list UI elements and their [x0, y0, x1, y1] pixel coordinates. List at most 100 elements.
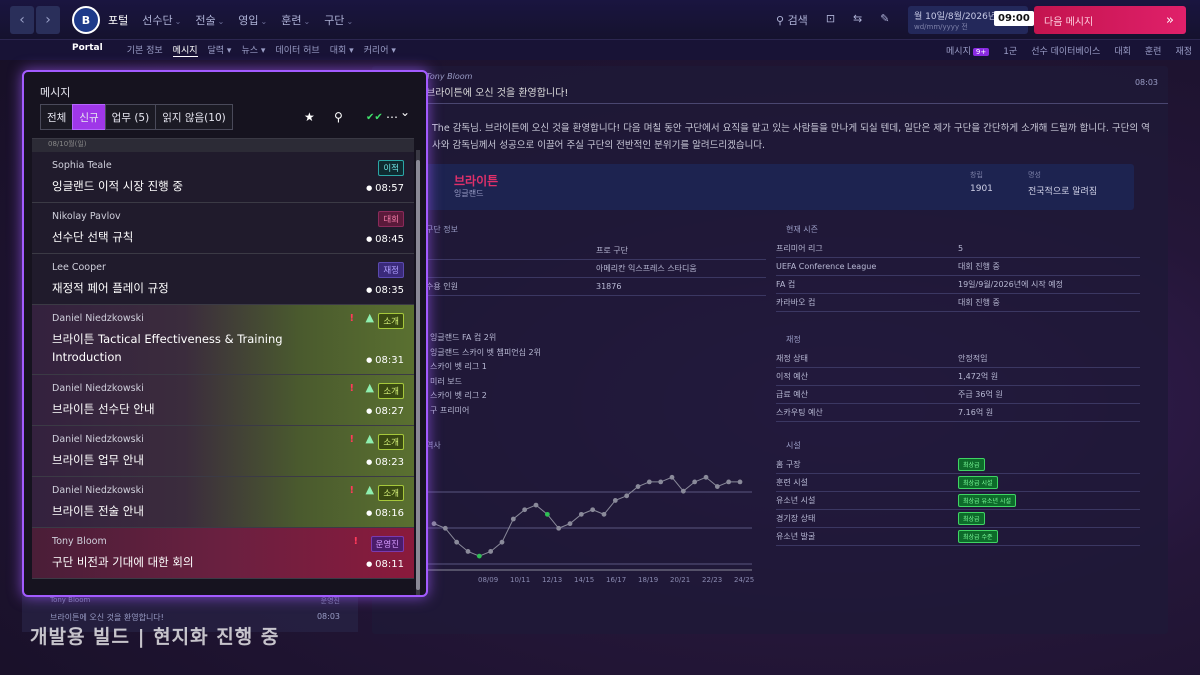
priority-icon: !: [353, 536, 358, 547]
detail-sender: Tony Bloom: [426, 72, 473, 81]
scrollbar-thumb[interactable]: [416, 160, 420, 590]
filter-tab[interactable]: 신규: [72, 104, 106, 130]
x-tick-label: 22/23: [702, 576, 722, 584]
sub-nav-tab[interactable]: 달력 ▾: [208, 43, 232, 57]
chevron-down-icon: ⌄: [217, 17, 225, 26]
main-nav: 포털 선수단 ⌄ 전술 ⌄ 영입 ⌄ 훈련 ⌄ 구단 ⌄: [108, 12, 353, 28]
mortarboard-icon: ▲: [365, 432, 374, 445]
history-point: [601, 511, 607, 517]
main-nav-item[interactable]: 영입 ⌄: [238, 12, 267, 28]
honour-item: 미러 보드: [430, 376, 462, 386]
history-point: [556, 525, 562, 531]
time-display: 09:00: [994, 11, 1034, 26]
x-tick-label: 08/09: [478, 576, 498, 584]
list-item[interactable]: Sophia Teale 잉글랜드 이적 시장 진행 중 08:57 이적: [32, 152, 414, 203]
shortcut-item[interactable]: 대회: [1114, 44, 1131, 57]
message-sender: Daniel Niedzkowski: [52, 485, 144, 496]
list-item[interactable]: Daniel Niedzkowski 브라이튼 선수단 안내 08:27 소개 ▲!: [32, 375, 414, 426]
row-value: 대회 진행 중: [958, 298, 1000, 307]
message-sender: Daniel Niedzkowski: [52, 434, 144, 445]
edit-icon[interactable]: ✎: [880, 12, 889, 28]
row-value: 아메리칸 익스프레스 스타디움: [596, 264, 697, 273]
sub-nav-tab[interactable]: 대회 ▾: [330, 43, 354, 57]
message-subject: 브라이튼 업무 안내: [52, 453, 144, 467]
shortcut-item[interactable]: 1군: [1003, 44, 1017, 57]
detail-row: 프로 구단: [426, 242, 766, 260]
finance-title: 재정: [786, 335, 801, 344]
shortcut-label: 선수 데이터베이스: [1031, 46, 1101, 57]
dev-build-watermark: 개발용 빌드 | 현지화 진행 중: [30, 626, 280, 648]
list-item[interactable]: Daniel Niedzkowski 브라이튼 전술 안내 08:16 소개 ▲!: [32, 477, 414, 528]
main-nav-item[interactable]: 훈련 ⌄: [281, 12, 310, 28]
list-item[interactable]: Tony Bloom 구단 비전과 기대에 대한 회의 08:11 운영진!: [32, 528, 414, 579]
history-point: [442, 525, 448, 531]
main-nav-item[interactable]: 선수단 ⌄: [142, 12, 181, 28]
message-subject: 브라이튼 선수단 안내: [52, 402, 155, 416]
continue-button[interactable]: 다음 메시지 »: [1034, 6, 1186, 34]
sub-nav-tab[interactable]: 기본 정보: [127, 43, 163, 57]
row-value: 주급 36억 원: [958, 390, 1003, 399]
club-crest-icon[interactable]: B: [72, 6, 100, 34]
star-icon[interactable]: ★: [304, 110, 315, 124]
sub-nav-tab[interactable]: 뉴스 ▾: [241, 43, 265, 57]
history-point: [658, 479, 664, 485]
scrollbar[interactable]: [416, 150, 420, 595]
filter-tab[interactable]: 읽지 않음(10): [155, 104, 233, 130]
message-time: 08:11: [366, 559, 404, 570]
sub-nav-tab[interactable]: 메시지: [172, 43, 198, 57]
row-value: 7.16억 원: [958, 408, 994, 417]
shortcut-item[interactable]: 훈련: [1145, 44, 1162, 57]
message-time: 08:27: [366, 406, 404, 417]
filter-tab[interactable]: 전체: [40, 104, 74, 130]
back-button[interactable]: ‹: [10, 6, 34, 34]
share-icon[interactable]: ⇆: [853, 12, 862, 28]
list-item[interactable]: Nikolay Pavlov 선수단 선택 규칙 08:45 대회: [32, 203, 414, 254]
row-value: 1,472억 원: [958, 372, 999, 381]
shortcut-label: 훈련: [1144, 46, 1162, 57]
row-key: 홈 구장: [776, 460, 801, 469]
honour-item: 잉글랜드 FA 컵 2위: [430, 333, 497, 342]
filter-tab[interactable]: 업무 (5): [104, 104, 157, 130]
list-item[interactable]: Daniel Niedzkowski 브라이튼 Tactical Effectiv…: [32, 305, 414, 375]
shortcut-item[interactable]: 선수 데이터베이스: [1031, 44, 1100, 57]
detail-body: The 감독님. 브라이튼에 오신 것을 환영합니다! 다음 며칠 동안 구단에…: [432, 123, 1150, 151]
sub-nav-tab[interactable]: 데이터 허브: [275, 43, 319, 57]
bookmark-icon[interactable]: ⊡: [826, 12, 835, 28]
main-nav-item[interactable]: 전술 ⌄: [195, 12, 224, 28]
sub-nav-tab[interactable]: Portal: [72, 43, 103, 57]
detail-row: 유소년 시설 최상급 유소년 시설: [776, 492, 1140, 510]
search-icon[interactable]: ⚲: [334, 110, 343, 124]
search-icon[interactable]: ⚲ 검색: [776, 12, 808, 28]
shortcut-item[interactable]: 메시지 9+: [946, 44, 990, 57]
row-key: 유소년 시설: [776, 496, 816, 505]
shortcut-item[interactable]: 재정: [1175, 44, 1192, 57]
x-tick-label: 24/25: [734, 576, 754, 584]
main-nav-item[interactable]: 포털: [108, 12, 128, 28]
history-point: [612, 498, 618, 503]
chevron-down-icon[interactable]: ⌄: [400, 105, 410, 119]
more-icon[interactable]: ⋯: [386, 110, 398, 124]
panel-title: 메시지: [40, 86, 71, 99]
history-point: [714, 484, 720, 489]
history-chart: 08/09 10/11 12/13 14/15 16/17 18/19 20/21 22/23…: [426, 474, 754, 584]
chevron-down-icon: ⌄: [174, 17, 182, 26]
main-nav-item[interactable]: 구단 ⌄: [324, 12, 353, 28]
chevron-down-icon: ⌄: [346, 17, 354, 26]
mark-read-icon[interactable]: ✔✔: [366, 112, 383, 123]
chevron-down-icon: ⌄: [260, 17, 268, 26]
message-sender: Tony Bloom: [52, 536, 107, 547]
history-point: [544, 511, 550, 517]
row-key: 유소년 발굴: [776, 532, 816, 541]
forward-button[interactable]: ›: [36, 6, 60, 34]
founded-stat: 창립 1901: [970, 170, 993, 194]
priority-icon: !: [349, 313, 354, 324]
detail-row: 유소년 발굴 최상급 수준: [776, 528, 1140, 546]
list-item[interactable]: Daniel Niedzkowski 브라이튼 업무 안내 08:23 소개 ▲!: [32, 426, 414, 477]
row-value: 5: [958, 244, 964, 253]
sub-nav-tab[interactable]: 커리어 ▾: [364, 43, 396, 57]
list-item[interactable]: Lee Cooper 재정적 페어 플레이 규정 08:35 재정: [32, 254, 414, 305]
main-nav-label: 포털: [108, 14, 129, 27]
club-name: 브라이튼: [454, 174, 499, 188]
mortarboard-icon: ▲: [365, 483, 374, 496]
row-key: 수용 인원: [426, 282, 458, 291]
